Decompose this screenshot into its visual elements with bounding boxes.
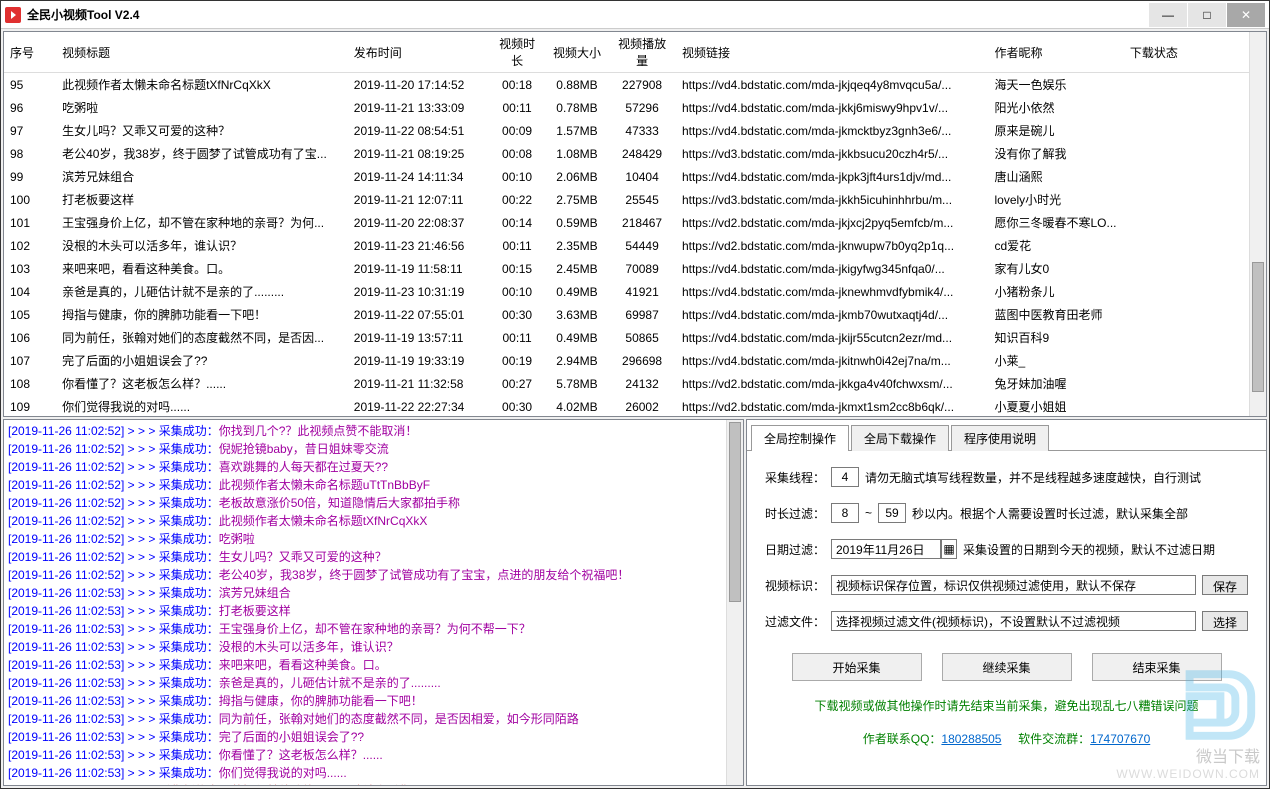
table-row[interactable]: 97生女儿吗？又乖又可爱的这种？2019-11-22 08:54:5100:09… [4,119,1249,142]
table-row[interactable]: 98老公40岁，我38岁，终于圆梦了试管成功有了宝...2019-11-21 0… [4,142,1249,165]
log-line: [2019-11-26 11:02:53] > > > 采集成功：王宝强身价上亿… [8,620,722,638]
filter-input[interactable] [831,611,1196,631]
filter-label: 过滤文件： [765,613,825,630]
column-header[interactable]: 视频链接 [676,32,989,73]
log-line: [2019-11-26 11:02:53] > > > 采集成功：你们觉得我说的… [8,764,722,782]
end-button[interactable]: 结束采集 [1092,653,1222,681]
video-table: 序号视频标题发布时间视频时长视频大小视频播放量视频链接作者昵称下载状态 95此视… [3,31,1267,417]
thread-label: 采集线程： [765,469,825,486]
log-line: [2019-11-26 11:02:53] > > > 采集成功：没根的木头可以… [8,638,722,656]
date-label: 日期过滤： [765,541,825,558]
tab[interactable]: 全局下载操作 [851,425,949,451]
control-panel: 全局控制操作全局下载操作程序使用说明 采集线程： 请勿无脑式填写线程数量，并不是… [746,419,1267,786]
dur-hint: 秒以内。根据个人需要设置时长过滤，默认采集全部 [912,505,1188,522]
group-link[interactable]: 174707670 [1090,732,1150,746]
log-line: [2019-11-26 11:02:52] > > > 采集成功：吃粥啦 [8,530,722,548]
log-line: [2019-11-26 11:02:53] > > > 采集成功：滨芳兄妹组合 [8,584,722,602]
mark-label: 视频标识： [765,577,825,594]
log-line: [2019-11-26 11:02:53] > > > 采集成功：拇指与健康，你… [8,692,722,710]
tab[interactable]: 程序使用说明 [951,425,1049,451]
duration-label: 时长过滤： [765,505,825,522]
log-line: [2019-11-26 11:02:53] > > > 采集成功：来吧来吧，看看… [8,656,722,674]
log-line: [2019-11-26 11:02:52] > > > 采集成功：老公40岁，我… [8,566,722,584]
table-row[interactable]: 105拇指与健康，你的脾肺功能看一下吧！2019-11-22 07:55:010… [4,303,1249,326]
maximize-button[interactable]: □ [1188,3,1226,27]
log-line: [2019-11-26 11:02:53] > > > 采集成功：完了后面的小姐… [8,728,722,746]
app-icon [5,7,21,23]
table-row[interactable]: 101王宝强身价上亿，却不管在家种地的亲哥？为何...2019-11-20 22… [4,211,1249,234]
date-input[interactable] [831,539,941,559]
close-button[interactable]: ✕ [1227,3,1265,27]
tab[interactable]: 全局控制操作 [751,425,849,451]
table-row[interactable]: 102没根的木头可以活多年，谁认识？2019-11-23 21:46:5600:… [4,234,1249,257]
log-line: [2019-11-26 11:02:52] > > > 采集成功：生女儿吗？又乖… [8,548,722,566]
table-row[interactable]: 96吃粥啦2019-11-21 13:33:0900:110.78MB57296… [4,96,1249,119]
column-header[interactable]: 视频时长 [488,32,545,73]
mark-input[interactable] [831,575,1196,595]
column-header[interactable]: 视频播放量 [608,32,676,73]
log-line: [2019-11-26 11:02:53] > > > 采集成功：打老板要这样 [8,602,722,620]
titlebar: 全民小视频Tool V2.4 — □ ✕ [1,1,1269,29]
dur-min-input[interactable] [831,503,859,523]
table-row[interactable]: 103来吧来吧，看看这种美食。口。2019-11-19 11:58:1100:1… [4,257,1249,280]
dur-max-input[interactable] [878,503,906,523]
column-header[interactable]: 视频标题 [56,32,348,73]
log-line: [2019-11-26 11:02:52] > > > 采集成功：此视频作者太懒… [8,476,722,494]
log-line: [2019-11-26 11:02:52] > > > 采集成功：倪妮抢镜bab… [8,440,722,458]
log-line: [2019-11-26 11:02:52] > > > 采集成功：此视频作者太懒… [8,512,722,530]
qq-link[interactable]: 180288505 [941,732,1001,746]
log-line: [2019-11-26 11:02:53] > > > 采集成功：亲爸是真的，儿… [8,674,722,692]
column-header[interactable]: 序号 [4,32,56,73]
log-line: [2019-11-26 11:02:53] > > > 采集成功：同为前任，张翰… [8,710,722,728]
thread-hint: 请勿无脑式填写线程数量，并不是线程越多速度越快，自行测试 [865,469,1201,486]
minimize-button[interactable]: — [1149,3,1187,27]
log-scrollbar[interactable] [726,420,743,785]
column-header[interactable]: 下载状态 [1124,32,1249,73]
mark-save-button[interactable]: 保存 [1202,575,1248,595]
table-scrollbar[interactable] [1249,32,1266,416]
window-title: 全民小视频Tool V2.4 [27,6,139,23]
table-row[interactable]: 107完了后面的小姐姐误会了??2019-11-19 19:33:1900:19… [4,349,1249,372]
log-line: [2019-11-26 11:02:52] > > > 采集成功：你找到几个?？… [8,422,722,440]
date-hint: 采集设置的日期到今天的视频，默认不过滤日期 [963,541,1215,558]
table-row[interactable]: 108你看懂了？这老板怎么样？......2019-11-21 11:32:58… [4,372,1249,395]
table-row[interactable]: 104亲爸是真的，儿砸估计就不是亲的了.........2019-11-23 1… [4,280,1249,303]
log-line: [2019-11-26 11:02:52] > > > 采集成功：喜欢跳舞的人每… [8,458,722,476]
thread-input[interactable] [831,467,859,487]
log-panel: [2019-11-26 11:02:52] > > > 采集成功：你找到几个?？… [4,420,726,785]
filter-select-button[interactable]: 选择 [1202,611,1248,631]
calendar-icon[interactable]: ▦ [941,539,957,559]
column-header[interactable]: 发布时间 [348,32,489,73]
table-row[interactable]: 99滨芳兄妹组合2019-11-24 14:11:3400:102.06MB10… [4,165,1249,188]
warning-text: 下载视频或做其他操作时请先结束当前采集，避免出现乱七八糟错误问题 [765,697,1248,714]
log-line: [2019-11-26 11:02:53] > > > 采集成功：你看懂了？这老… [8,746,722,764]
table-row[interactable]: 100打老板要这样2019-11-21 12:07:1100:222.75MB2… [4,188,1249,211]
table-row[interactable]: 95此视频作者太懒未命名标题tXfNrCqXkX2019-11-20 17:14… [4,73,1249,97]
column-header[interactable]: 作者昵称 [988,32,1123,73]
log-line: [2019-11-26 11:02:54] > > > 采集暂停中，若操作其他功… [8,782,722,785]
table-row[interactable]: 109你们觉得我说的对吗......2019-11-22 22:27:3400:… [4,395,1249,416]
start-button[interactable]: 开始采集 [792,653,922,681]
continue-button[interactable]: 继续采集 [942,653,1072,681]
log-line: [2019-11-26 11:02:52] > > > 采集成功：老板故意涨价5… [8,494,722,512]
table-row[interactable]: 106同为前任，张翰对她们的态度截然不同，是否因...2019-11-19 13… [4,326,1249,349]
column-header[interactable]: 视频大小 [546,32,609,73]
